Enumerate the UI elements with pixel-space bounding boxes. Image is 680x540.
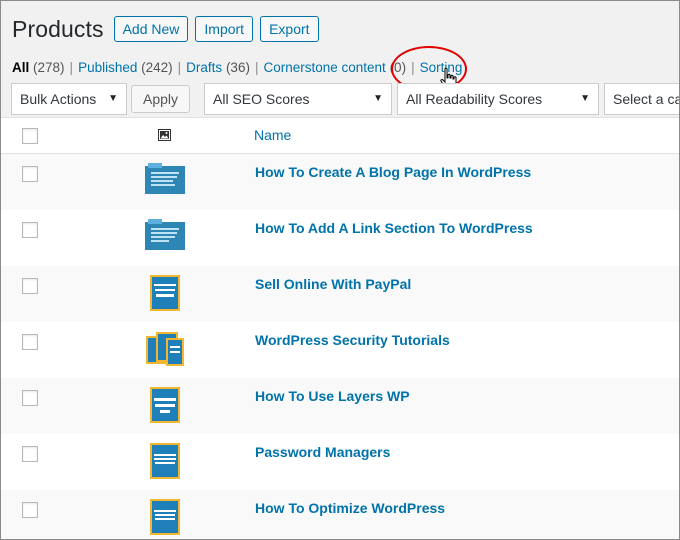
table-row: How To Create A Blog Page In WordPress [1, 154, 679, 210]
readability-scores-value: All Readability Scores [406, 91, 543, 107]
apply-button[interactable]: Apply [131, 85, 190, 113]
row-checkbox[interactable] [22, 502, 38, 518]
table-row: How To Optimize WordPress [1, 490, 679, 539]
filter-published[interactable]: Published [78, 60, 137, 75]
product-title-link[interactable]: Password Managers [255, 444, 390, 460]
category-select[interactable]: Select a cat [604, 83, 680, 115]
import-button[interactable]: Import [195, 16, 254, 42]
caret-down-icon: ▼ [373, 93, 383, 104]
table-row: How To Use Layers WP [1, 378, 679, 434]
video-tutorial-thumb[interactable] [142, 218, 187, 256]
products-table: Name How To Create A Blog Page In WordPr… [1, 117, 679, 539]
row-checkbox[interactable] [22, 446, 38, 462]
readability-scores-select[interactable]: All Readability Scores ▼ [397, 83, 599, 115]
bulk-actions-value: Bulk Actions [20, 91, 97, 107]
seo-scores-value: All SEO Scores [213, 91, 310, 107]
add-new-button[interactable]: Add New [113, 16, 189, 42]
separator: | [254, 60, 259, 75]
ebook-cover-thumb[interactable] [142, 442, 187, 480]
caret-down-icon: ▼ [580, 93, 590, 104]
filter-cornerstone[interactable]: Cornerstone content [263, 60, 385, 75]
row-checkbox[interactable] [22, 166, 38, 182]
page-header: Products Add New Import Export [12, 14, 326, 44]
filter-drafts[interactable]: Drafts [186, 60, 222, 75]
table-row: WordPress Security Tutorials [1, 322, 679, 378]
seo-scores-select[interactable]: All SEO Scores ▼ [204, 83, 392, 115]
page-title: Products [12, 15, 104, 42]
column-header-name[interactable]: Name [254, 127, 291, 143]
category-value: Select a cat [613, 91, 680, 107]
filter-all[interactable]: All [12, 60, 29, 75]
ebook-cover-thumb[interactable] [142, 274, 187, 312]
table-row: How To Add A Link Section To WordPress [1, 210, 679, 266]
separator: | [177, 60, 182, 75]
row-checkbox[interactable] [22, 222, 38, 238]
caret-down-icon: ▼ [108, 93, 118, 104]
row-checkbox[interactable] [22, 334, 38, 350]
table-row: Sell Online With PayPal [1, 266, 679, 322]
ebook-cover-thumb[interactable] [142, 498, 187, 536]
wp-admin-products-screen: Products Add New Import Export All (278)… [0, 0, 680, 540]
filter-all-count: (278) [33, 60, 65, 75]
bulk-actions-select[interactable]: Bulk Actions ▼ [11, 83, 127, 115]
row-checkbox[interactable] [22, 390, 38, 406]
product-title-link[interactable]: How To Create A Blog Page In WordPress [255, 164, 531, 180]
image-icon [158, 129, 171, 141]
product-title-link[interactable]: Sell Online With PayPal [255, 276, 411, 292]
row-checkbox[interactable] [22, 278, 38, 294]
product-title-link[interactable]: How To Add A Link Section To WordPress [255, 220, 533, 236]
filter-published-count: (242) [141, 60, 173, 75]
product-title-link[interactable]: How To Use Layers WP [255, 388, 410, 404]
table-nav-filters: Bulk Actions ▼ Apply All SEO Scores ▼ Al… [1, 83, 680, 117]
product-title-link[interactable]: WordPress Security Tutorials [255, 332, 450, 348]
ebook-bundle-thumb[interactable] [142, 330, 187, 368]
filter-drafts-count: (36) [225, 60, 250, 75]
product-title-link[interactable]: How To Optimize WordPress [255, 500, 445, 516]
table-header-row: Name [1, 118, 679, 154]
select-all-checkbox[interactable] [22, 128, 38, 144]
ebook-cover-thumb[interactable] [142, 386, 187, 424]
video-tutorial-thumb[interactable] [142, 162, 187, 200]
separator: | [69, 60, 74, 75]
export-button[interactable]: Export [260, 16, 319, 42]
table-row: Password Managers [1, 434, 679, 490]
